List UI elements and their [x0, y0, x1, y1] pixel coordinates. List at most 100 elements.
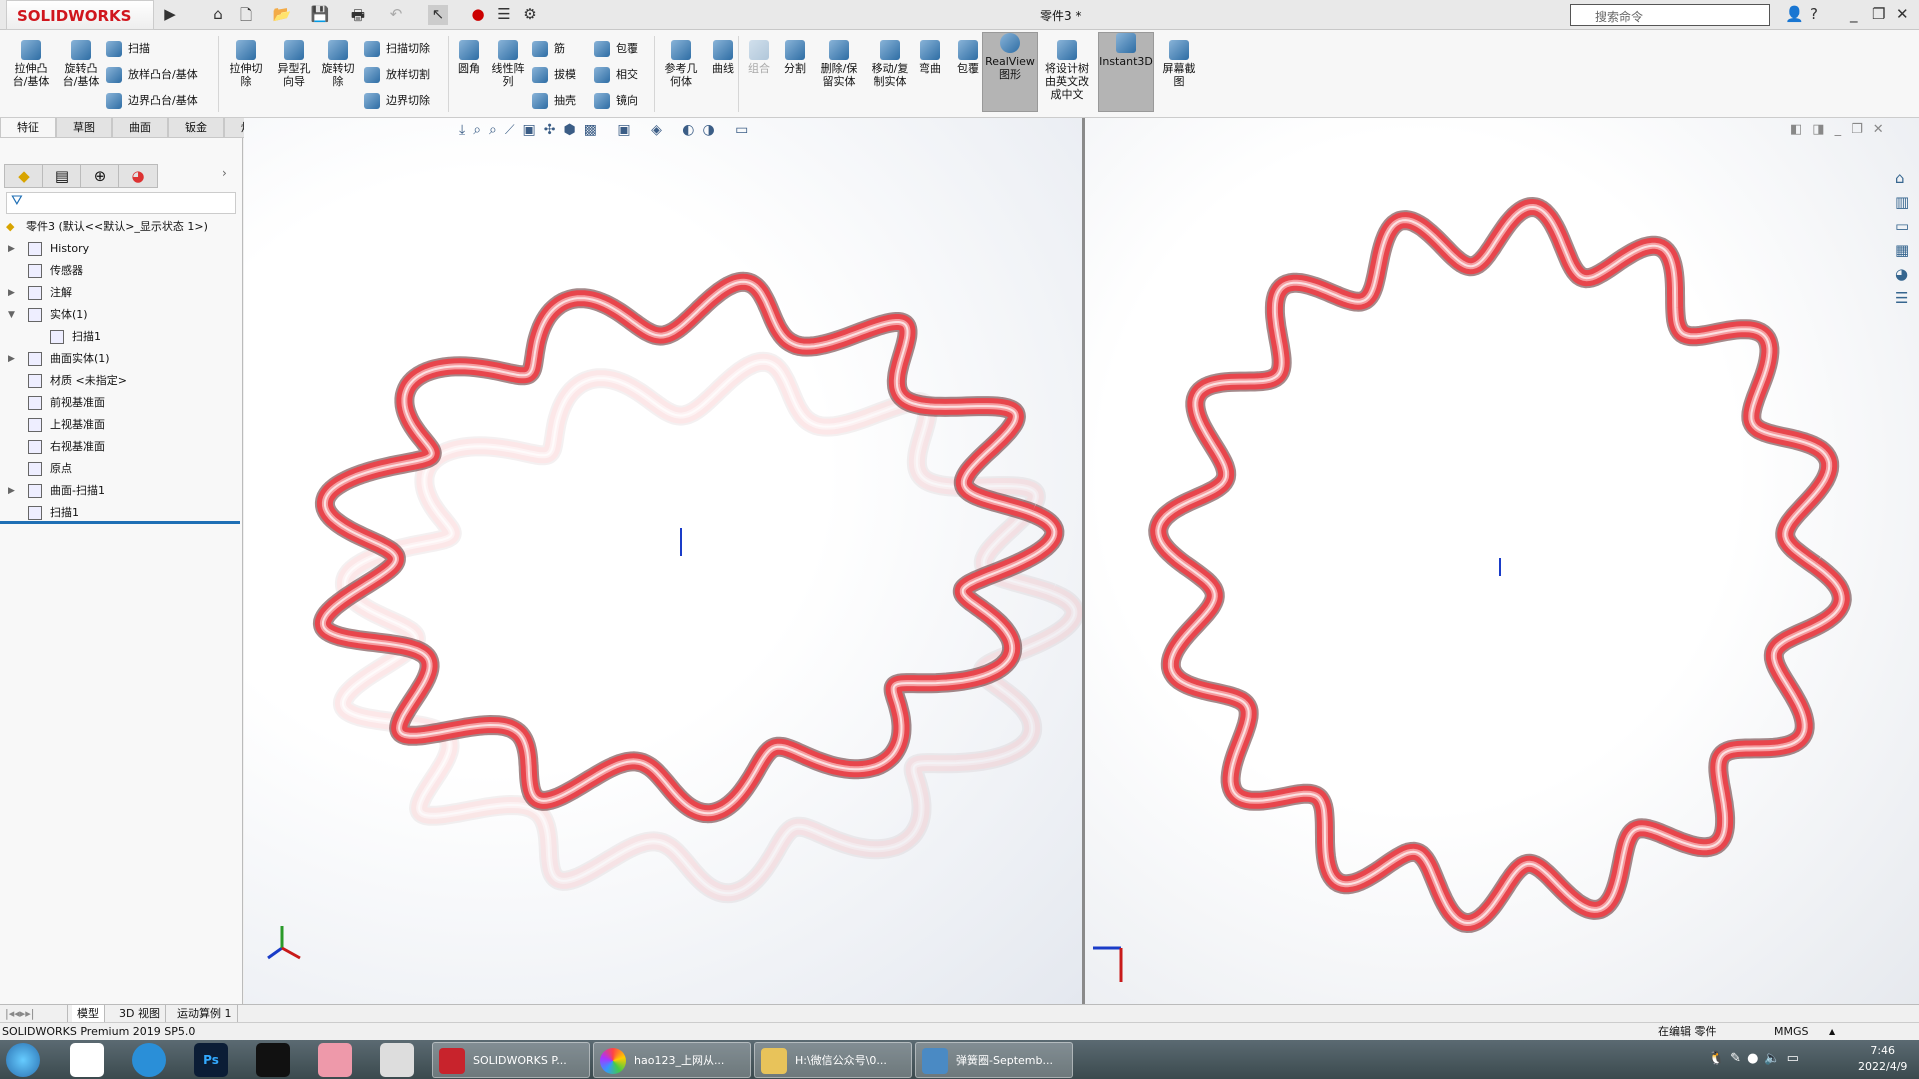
app-icon[interactable] — [318, 1043, 352, 1077]
ribbon-small-button[interactable]: 放样凸台/基体 — [106, 66, 198, 84]
ribbon-small-button[interactable]: 扫描切除 — [364, 40, 430, 58]
rebuild-icon[interactable]: ● — [468, 5, 488, 25]
tab-3[interactable]: 钣金 — [168, 118, 224, 138]
viewport-window-controls[interactable]: ◧◨_❐✕ — [1790, 122, 1894, 137]
feature-tree-tab-icon[interactable]: ◆ — [4, 164, 44, 188]
filter-icon[interactable]: ⛛ — [6, 192, 236, 214]
tree-item[interactable]: 右视基准面 — [0, 436, 240, 458]
baidu-netdisk-icon[interactable] — [70, 1043, 104, 1077]
ribbon-small-button[interactable]: 放样切割 — [364, 66, 430, 84]
tree-item[interactable]: 材质 <未指定> — [0, 370, 240, 392]
ribbon-button[interactable]: 参考几 何体 — [660, 40, 702, 88]
tree-item[interactable]: 上视基准面 — [0, 414, 240, 436]
ribbon-button[interactable]: 移动/复 制实体 — [864, 40, 916, 88]
clock[interactable]: 7:46 2022/4/9 — [1858, 1043, 1907, 1075]
tab-motion-study[interactable]: 运动算例 1 — [172, 1005, 238, 1023]
collapse-arrow-icon[interactable]: ▼ — [8, 304, 15, 326]
expand-arrow-icon[interactable]: ▶ — [8, 238, 15, 260]
graphics-viewport-top[interactable]: ◧◨_❐✕ ⌂ ▥ ▭ ▦ ◕ ☰ — [1085, 118, 1919, 1004]
tree-item[interactable]: ▶ History — [0, 238, 240, 260]
tree-item[interactable]: 原点 — [0, 458, 240, 480]
ribbon-button[interactable]: 旋转凸 台/基体 — [58, 40, 104, 88]
tree-item[interactable]: 传感器 — [0, 260, 240, 282]
ribbon-button[interactable]: Instant3D — [1098, 32, 1154, 112]
expand-menu-icon[interactable]: ▶ — [160, 5, 180, 25]
print-icon[interactable]: 🖶 — [348, 5, 368, 25]
ribbon-button[interactable]: 分割 — [778, 40, 812, 75]
ribbon-small-button[interactable]: 拔模 — [532, 66, 576, 84]
expand-arrow-icon[interactable]: ▶ — [8, 282, 15, 304]
heads-up-view-toolbar[interactable]: ⤓⌕⌕⟋▣✣⬢▩ ▣ ◈ ◐◑ ▭ — [459, 122, 756, 138]
tree-item[interactable]: 前视基准面 — [0, 392, 240, 414]
photoshop-icon[interactable]: Ps — [194, 1043, 228, 1077]
tab-3d-view[interactable]: 3D 视图 — [114, 1005, 166, 1023]
ribbon-button[interactable]: 线性阵 列 — [488, 40, 528, 88]
tab-0[interactable]: 特征 — [0, 118, 56, 138]
ribbon-button[interactable]: 将设计树 由英文改 成中文 — [1040, 40, 1094, 101]
tree-item[interactable]: ▶ 曲面实体(1) — [0, 348, 240, 370]
tab-1[interactable]: 草图 — [56, 118, 112, 138]
ribbon-button[interactable]: RealView 图形 — [982, 32, 1038, 112]
ribbon-small-button[interactable]: 包覆 — [594, 40, 638, 58]
ribbon-small-button[interactable]: 筋 — [532, 40, 565, 58]
undo-icon[interactable]: ↶ — [386, 5, 406, 25]
new-icon[interactable]: 🗋 — [236, 5, 256, 25]
minimize-button[interactable]: _ — [1850, 5, 1858, 23]
start-button-icon[interactable] — [6, 1043, 40, 1077]
ribbon-button[interactable]: 包覆 — [952, 40, 984, 75]
snipping-tool-icon[interactable] — [380, 1043, 414, 1077]
ribbon-small-button[interactable]: 边界切除 — [364, 92, 430, 110]
units-up-arrow-icon[interactable]: ▲ — [1829, 1023, 1835, 1041]
ribbon-small-button[interactable]: 镜向 — [594, 92, 638, 110]
browser-icon[interactable] — [132, 1043, 166, 1077]
help-icon[interactable]: ? — [1810, 5, 1818, 23]
save-icon[interactable]: 💾 — [310, 5, 330, 25]
ribbon-button[interactable]: 组合 — [744, 40, 774, 75]
appearance-tab-icon[interactable]: ◕ — [118, 164, 158, 188]
tab-2[interactable]: 曲面 — [112, 118, 168, 138]
ribbon-button[interactable]: 屏幕截 图 — [1158, 40, 1200, 88]
ribbon-button[interactable]: 弯曲 — [914, 40, 946, 75]
screen-recorder-icon[interactable] — [256, 1043, 290, 1077]
tree-item[interactable]: ▼ 实体(1) — [0, 304, 240, 326]
select-icon[interactable]: ↖ — [428, 5, 448, 25]
tree-item[interactable]: 扫描1 — [0, 502, 240, 524]
units-selector[interactable]: MMGS — [1774, 1023, 1809, 1041]
file-properties-icon[interactable]: ☰ — [494, 5, 514, 25]
open-icon[interactable]: 📂 — [272, 5, 292, 25]
task-pane-icons[interactable]: ⌂ ▥ ▭ ▦ ◕ ☰ — [1895, 166, 1917, 310]
ribbon-button[interactable]: 拉伸切 除 — [226, 40, 266, 88]
graphics-viewport-isometric[interactable]: ⤓⌕⌕⟋▣✣⬢▩ ▣ ◈ ◐◑ ▭ — [244, 118, 1082, 1004]
system-tray-icons[interactable]: 🐧✎●🔈▭ — [1708, 1051, 1805, 1066]
home-icon[interactable]: ⌂ — [208, 5, 228, 25]
taskbar-window-image[interactable]: 弹簧圈-Septemb... — [915, 1042, 1073, 1078]
ribbon-button[interactable]: 曲线 — [706, 40, 740, 75]
property-manager-tab-icon[interactable]: ▤ — [42, 164, 82, 188]
ribbon-small-button[interactable]: 边界凸台/基体 — [106, 92, 198, 110]
panel-chevron-icon[interactable]: › — [222, 166, 227, 180]
ribbon-button[interactable]: 删除/保 留实体 — [816, 40, 862, 88]
tree-item[interactable]: ▶ 曲面-扫描1 — [0, 480, 240, 502]
tab-model[interactable]: 模型 — [72, 1005, 105, 1023]
ribbon-small-button[interactable]: 相交 — [594, 66, 638, 84]
user-icon[interactable]: 👤 — [1785, 5, 1804, 23]
tree-item[interactable]: 扫描1 — [0, 326, 240, 348]
restore-button[interactable]: ❐ — [1872, 5, 1885, 23]
solidworks-logo[interactable]: SOLIDWORKS — [6, 0, 154, 30]
tree-item[interactable]: ▶ 注解 — [0, 282, 240, 304]
ribbon-small-button[interactable]: 抽壳 — [532, 92, 576, 110]
ribbon-button[interactable]: 拉伸凸 台/基体 — [8, 40, 54, 88]
close-button[interactable]: ✕ — [1896, 5, 1909, 23]
search-input[interactable]: 搜索命令 — [1570, 4, 1770, 26]
expand-arrow-icon[interactable]: ▶ — [8, 480, 15, 502]
ribbon-button[interactable]: 圆角 — [452, 40, 486, 75]
configuration-tab-icon[interactable]: ⊕ — [80, 164, 120, 188]
taskbar-window-folder[interactable]: H:\微信公众号\0... — [754, 1042, 912, 1078]
expand-arrow-icon[interactable]: ▶ — [8, 348, 15, 370]
tab-scroll-arrows[interactable]: |◂◂▸▸| — [0, 1005, 68, 1023]
taskbar-window-solidworks[interactable]: SOLIDWORKS P... — [432, 1042, 590, 1078]
ribbon-button[interactable]: 异型孔 向导 — [272, 40, 316, 88]
options-gear-icon[interactable]: ⚙ — [520, 5, 540, 25]
ribbon-small-button[interactable]: 扫描 — [106, 40, 150, 58]
taskbar-window-browser[interactable]: hao123_上网从... — [593, 1042, 751, 1078]
